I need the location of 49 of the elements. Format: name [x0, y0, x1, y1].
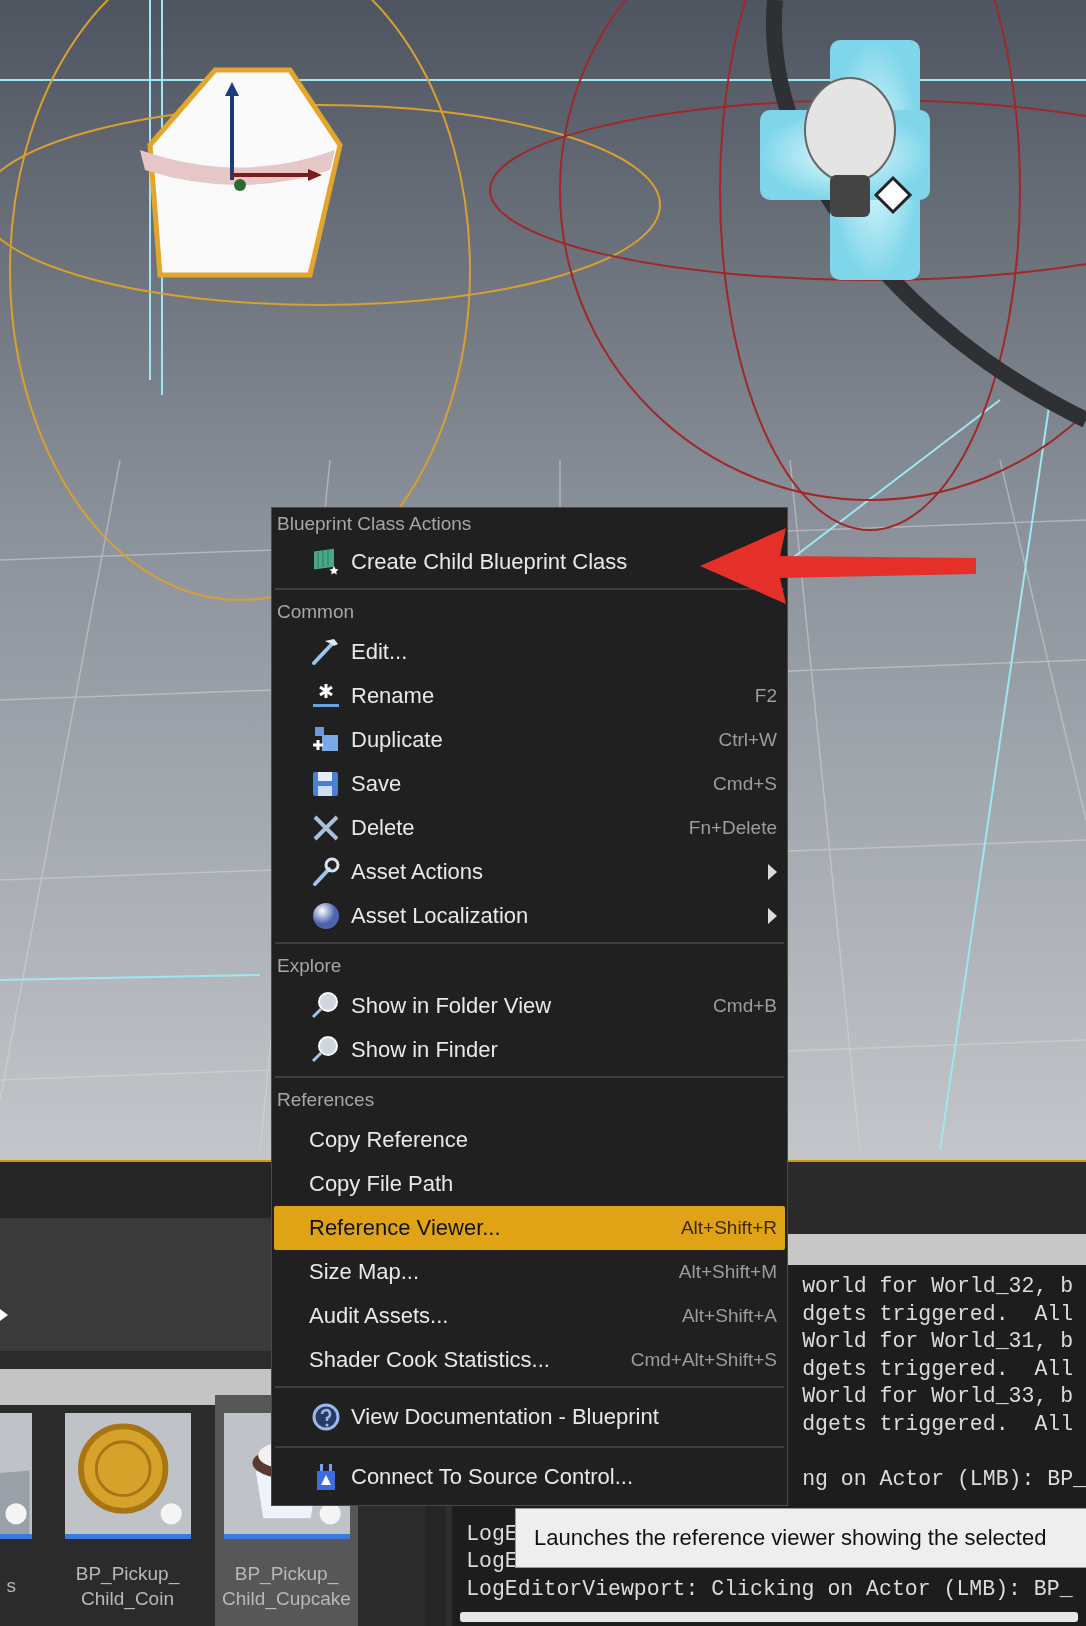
log-line: world for World_32, b	[802, 1274, 1074, 1298]
menu-item[interactable]: Duplicate Ctrl+W	[274, 718, 785, 762]
menu-item[interactable]: Audit Assets... Alt+Shift+A	[274, 1294, 785, 1338]
shortcut-label: Cmd+Alt+Shift+S	[630, 1349, 777, 1371]
menu-section-header: References	[276, 1088, 376, 1112]
asset-tile[interactable]: BP_Pickup_ Child_Coin	[56, 1405, 199, 1626]
menu-item[interactable]: Save Cmd+S	[274, 762, 785, 806]
wrench-icon	[310, 856, 342, 888]
asset-name: s	[6, 1574, 17, 1598]
move-handle-icon[interactable]	[873, 175, 913, 215]
menu-item[interactable]: Shader Cook Statistics... Cmd+Alt+Shift+S	[274, 1338, 785, 1382]
shortcut-label: Cmd+S	[713, 773, 777, 795]
asset-name: BP_Pickup_ Child_Coin	[75, 1562, 180, 1611]
menu-item[interactable]: Edit...	[274, 630, 785, 674]
menu-item[interactable]: Reference Viewer... Alt+Shift+R	[274, 1206, 785, 1250]
menu-section-header: Explore	[276, 954, 343, 978]
asset-name: BP_Pickup_ Child_Cupcake	[222, 1562, 351, 1611]
shortcut-label: Alt+Shift+M	[678, 1261, 777, 1283]
menu-item[interactable]: Delete Fn+Delete	[274, 806, 785, 850]
log-line: LogEditorViewport: Clicking on Actor (LMB): BP_	[466, 1576, 1073, 1601]
menu-item[interactable]: Copy File Path	[274, 1162, 785, 1206]
shortcut-label: Alt+Shift+R	[680, 1217, 777, 1239]
tooltip-text: Launches the reference viewer showing the selected	[534, 1525, 1047, 1551]
log-line: LogE	[466, 1549, 518, 1573]
shortcut-label: Alt+Shift+A	[681, 1305, 777, 1327]
log-line: ng on Actor (LMB): BP_	[802, 1466, 1086, 1491]
scrollbar-thumb[interactable]	[460, 1612, 1078, 1622]
menu-section-header: Blueprint Class Actions	[276, 512, 473, 536]
menu-item[interactable]: Asset Actions	[274, 850, 785, 894]
menu-item[interactable]: Rename F2	[274, 674, 785, 718]
shortcut-label: Ctrl+W	[718, 729, 777, 751]
log-line: dgets triggered. All	[802, 1411, 1074, 1436]
log-line: dgets triggered. All	[802, 1356, 1074, 1381]
log-line: dgets triggered. All	[802, 1301, 1074, 1326]
help-icon	[310, 1401, 342, 1433]
menu-item[interactable]: Asset Localization	[274, 894, 785, 938]
log-line: World for World_31, b	[802, 1329, 1074, 1353]
menu-section-header: Common	[276, 600, 356, 624]
shortcut-label: Cmd+B	[713, 995, 777, 1017]
menu-item[interactable]: Show in Folder View Cmd+B	[274, 984, 785, 1028]
shortcut-label: Fn+Delete	[688, 817, 777, 839]
globe-icon	[310, 900, 342, 932]
menu-item[interactable]: Size Map... Alt+Shift+M	[274, 1250, 785, 1294]
log-line: World for World_33, b	[802, 1384, 1074, 1408]
asset-tile[interactable]: s	[0, 1405, 40, 1626]
menu-item[interactable]: Copy Reference	[274, 1118, 785, 1162]
shortcut-label: F2	[754, 685, 777, 707]
menu-item[interactable]: Show in Finder	[274, 1028, 785, 1072]
log-line: LogE	[466, 1521, 518, 1546]
